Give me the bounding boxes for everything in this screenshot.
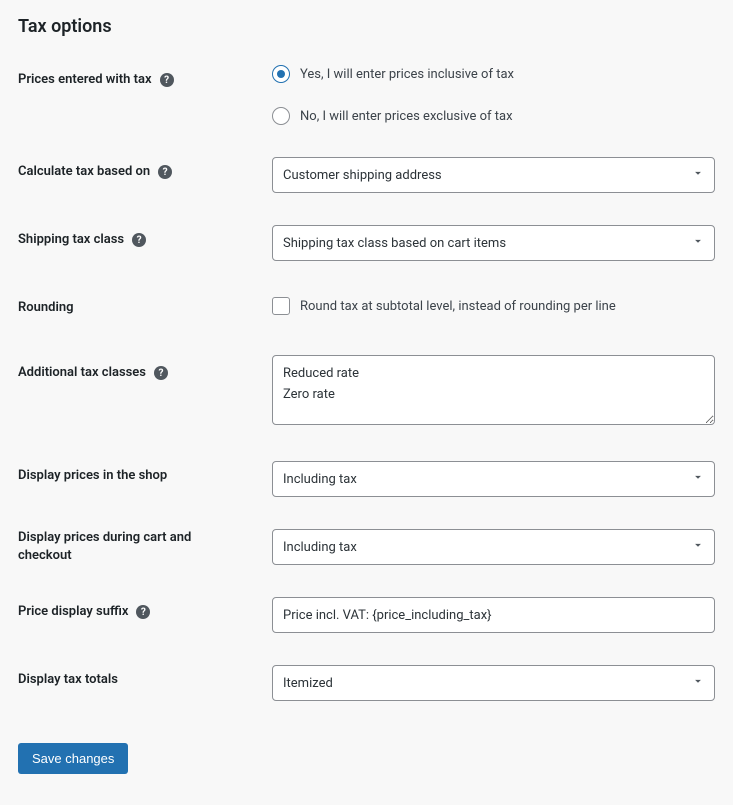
label-display-cart: Display prices during cart and checkout: [18, 529, 248, 564]
select-value: Customer shipping address: [272, 157, 715, 193]
textarea-additional-tax-classes[interactable]: [272, 355, 715, 425]
radio-icon: [272, 107, 290, 125]
checkbox-rounding[interactable]: Round tax at subtotal level, instead of …: [272, 297, 715, 315]
help-icon[interactable]: ?: [136, 605, 150, 619]
label-rounding: Rounding: [18, 299, 74, 317]
checkbox-label-rounding: Round tax at subtotal level, instead of …: [300, 299, 616, 314]
row-shipping-tax-class: Shipping tax class ? Shipping tax class …: [18, 225, 715, 261]
select-value: Shipping tax class based on cart items: [272, 225, 715, 261]
select-display-cart[interactable]: Including tax: [272, 529, 715, 565]
label-additional-tax-classes: Additional tax classes: [18, 364, 146, 382]
select-value: Including tax: [272, 461, 715, 497]
label-display-shop: Display prices in the shop: [18, 467, 167, 485]
row-rounding: Rounding Round tax at subtotal level, in…: [18, 293, 715, 323]
select-shipping-tax-class[interactable]: Shipping tax class based on cart items: [272, 225, 715, 261]
row-display-shop: Display prices in the shop Including tax: [18, 461, 715, 497]
radio-label-exclusive: No, I will enter prices exclusive of tax: [300, 109, 513, 124]
select-value: Including tax: [272, 529, 715, 565]
input-price-suffix[interactable]: [272, 597, 715, 633]
section-title: Tax options: [18, 16, 715, 37]
row-display-tax-totals: Display tax totals Itemized: [18, 665, 715, 701]
row-calculate-tax: Calculate tax based on ? Customer shippi…: [18, 157, 715, 193]
select-display-shop[interactable]: Including tax: [272, 461, 715, 497]
help-icon[interactable]: ?: [154, 366, 168, 380]
save-button[interactable]: Save changes: [18, 743, 128, 774]
label-calculate-tax: Calculate tax based on: [18, 163, 150, 181]
select-value: Itemized: [272, 665, 715, 701]
label-display-tax-totals: Display tax totals: [18, 671, 118, 689]
help-icon[interactable]: ?: [132, 233, 146, 247]
help-icon[interactable]: ?: [160, 73, 174, 87]
select-calculate-tax[interactable]: Customer shipping address: [272, 157, 715, 193]
row-price-suffix: Price display suffix ?: [18, 597, 715, 633]
label-prices-with-tax: Prices entered with tax: [18, 71, 152, 89]
radio-icon: [272, 65, 290, 83]
row-additional-tax-classes: Additional tax classes ?: [18, 355, 715, 429]
label-price-suffix: Price display suffix: [18, 603, 128, 621]
radio-prices-exclusive[interactable]: No, I will enter prices exclusive of tax: [272, 107, 715, 125]
row-display-cart: Display prices during cart and checkout …: [18, 529, 715, 565]
help-icon[interactable]: ?: [158, 165, 172, 179]
radio-prices-inclusive[interactable]: Yes, I will enter prices inclusive of ta…: [272, 65, 715, 83]
checkbox-icon: [272, 297, 290, 315]
label-shipping-tax-class: Shipping tax class: [18, 231, 124, 249]
select-display-tax-totals[interactable]: Itemized: [272, 665, 715, 701]
radio-label-inclusive: Yes, I will enter prices inclusive of ta…: [300, 67, 514, 82]
row-prices-with-tax: Prices entered with tax ? Yes, I will en…: [18, 65, 715, 125]
